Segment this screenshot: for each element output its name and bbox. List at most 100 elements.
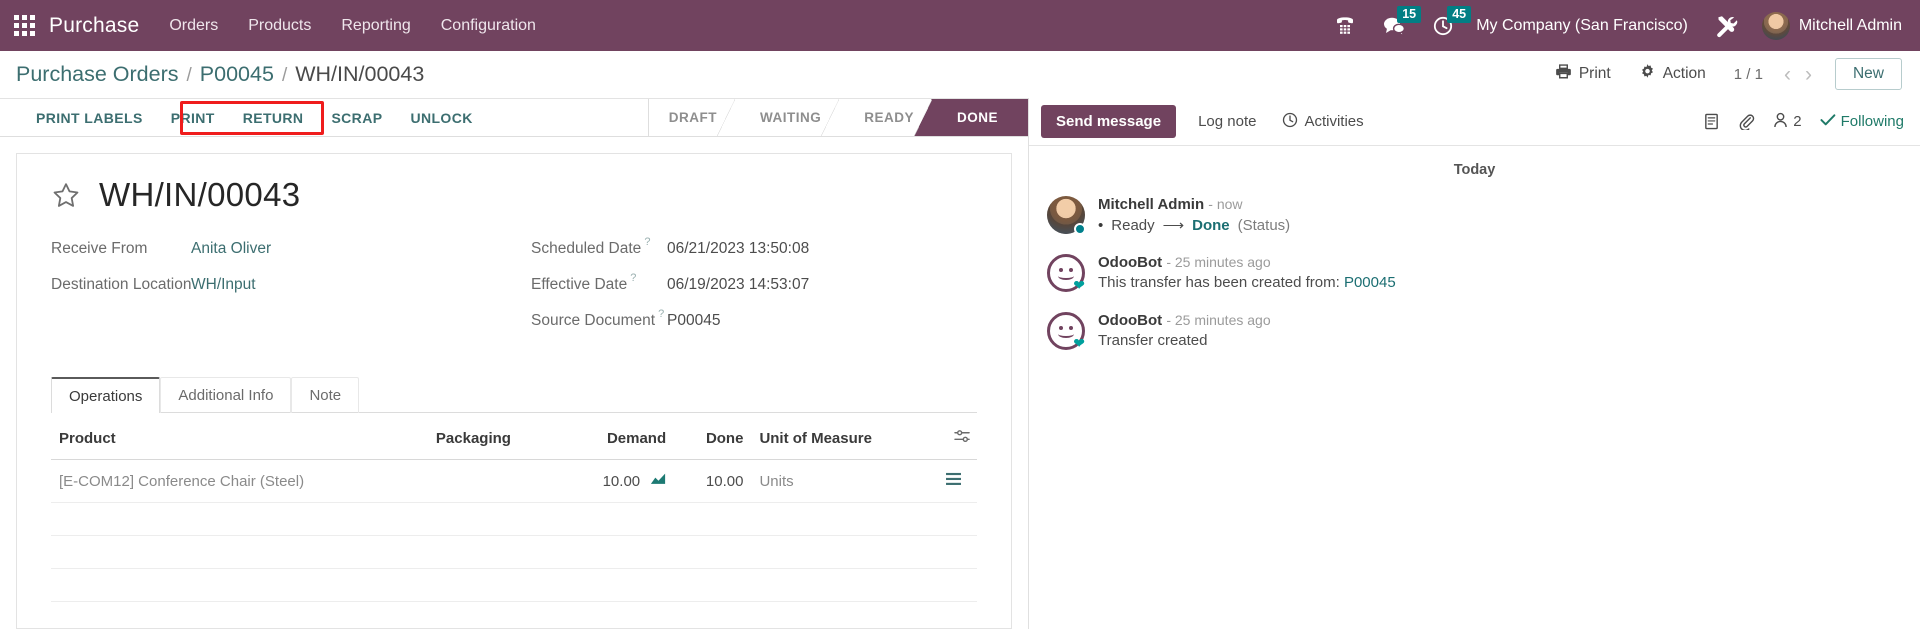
message-header: Mitchell Admin - now: [1098, 196, 1902, 213]
message-author: OdooBot: [1098, 254, 1163, 271]
state-done[interactable]: DONE: [913, 99, 1028, 136]
send-message-button[interactable]: Send message: [1041, 105, 1177, 138]
message-timestamp: - 25 minutes ago: [1166, 312, 1271, 328]
status-bar-spacer: [487, 99, 648, 136]
menu-item-orders[interactable]: Orders: [169, 17, 218, 35]
tab-note[interactable]: Note: [291, 377, 360, 413]
field-source-document: Source Document ? P00045: [531, 308, 977, 330]
field-value-destination-location[interactable]: WH/Input: [191, 276, 256, 294]
page-title: WH/IN/00043: [99, 176, 301, 213]
message-body: OdooBot - 25 minutes ago This transfer h…: [1098, 254, 1902, 292]
chevron-right-icon[interactable]: ›: [1798, 64, 1819, 85]
log-note-button[interactable]: Log note: [1184, 105, 1270, 138]
avatar: [1761, 11, 1790, 40]
action-label: Action: [1662, 65, 1706, 82]
menu-item-products[interactable]: Products: [248, 17, 311, 35]
chevron-left-icon[interactable]: ‹: [1777, 64, 1798, 85]
cell-done[interactable]: 10.00: [674, 459, 752, 503]
cell-product[interactable]: [E-COM12] Conference Chair (Steel): [51, 459, 428, 503]
tools-icon[interactable]: [1714, 14, 1738, 38]
activities-clock-icon[interactable]: 45: [1432, 5, 1472, 37]
print-label: Print: [1578, 65, 1611, 82]
message-record-link[interactable]: P00045: [1344, 274, 1396, 291]
return-button[interactable]: RETURN: [229, 99, 318, 136]
field-label: Receive From: [51, 240, 148, 257]
document-icon[interactable]: [1703, 113, 1720, 130]
state-draft[interactable]: DRAFT: [648, 99, 736, 136]
column-header-demand[interactable]: Demand: [559, 429, 675, 460]
column-header-unit-of-measure[interactable]: Unit of Measure: [751, 429, 937, 460]
navbar-right-group: 15 45 My Company (San Francisco) Mitchel…: [1334, 5, 1902, 40]
top-navbar: Purchase Orders Products Reporting Confi…: [0, 0, 1920, 51]
field-value-receive-from[interactable]: Anita Oliver: [191, 240, 271, 258]
chatter-toolbar: Send message Log note Activities 2 Follo…: [1029, 98, 1920, 145]
scrap-button[interactable]: SCRAP: [317, 99, 396, 136]
tab-operations[interactable]: Operations: [51, 377, 161, 413]
message-timestamp: - 25 minutes ago: [1166, 254, 1271, 270]
apps-grid-icon[interactable]: [14, 15, 35, 36]
field-label-text: Scheduled Date: [531, 240, 642, 257]
message-timestamp: - now: [1208, 196, 1243, 212]
dialpad-icon[interactable]: [1334, 15, 1356, 37]
print-button-statusbar[interactable]: PRINT: [157, 99, 229, 136]
empty-cell: [51, 502, 977, 536]
cell-unit-of-measure[interactable]: Units: [751, 459, 937, 503]
help-tooltip-icon[interactable]: ?: [630, 272, 636, 284]
menu-item-configuration[interactable]: Configuration: [441, 17, 536, 35]
activities-count-badge: 45: [1447, 5, 1472, 23]
field-label: Source Document ?: [531, 308, 667, 330]
state-ready[interactable]: READY: [838, 99, 932, 136]
field-value-scheduled-date[interactable]: 06/21/2023 13:50:08: [667, 240, 809, 258]
messages-count-badge: 15: [1397, 5, 1422, 23]
column-header-product[interactable]: Product: [51, 429, 428, 460]
print-button[interactable]: Print: [1555, 63, 1611, 85]
action-button[interactable]: Action: [1639, 63, 1706, 85]
help-tooltip-icon[interactable]: ?: [658, 308, 664, 320]
column-header-packaging[interactable]: Packaging: [427, 429, 560, 460]
odoobot-avatar-icon: ❤: [1047, 254, 1085, 292]
breadcrumb-item-purchase-orders[interactable]: Purchase Orders: [16, 62, 179, 87]
message-text: This transfer has been created from: P00…: [1098, 274, 1902, 291]
form-sheet: WH/IN/00043 Receive From Anita Oliver De…: [16, 153, 1012, 629]
control-panel: Purchase Orders / P00045 / WH/IN/00043 P…: [0, 51, 1920, 98]
followers-button[interactable]: 2: [1773, 112, 1802, 132]
detailed-operations-icon[interactable]: [937, 459, 977, 503]
forecast-icon[interactable]: [650, 472, 666, 490]
column-settings-icon[interactable]: [937, 429, 977, 460]
messages-icon[interactable]: 15: [1382, 5, 1422, 37]
activities-button[interactable]: Activities: [1270, 104, 1375, 140]
star-icon[interactable]: [51, 181, 81, 210]
tab-additional-info[interactable]: Additional Info: [160, 377, 292, 413]
menu-item-reporting[interactable]: Reporting: [341, 17, 410, 35]
state-waiting[interactable]: WAITING: [733, 99, 840, 136]
cell-packaging[interactable]: [427, 459, 560, 503]
field-value-effective-date[interactable]: 06/19/2023 14:53:07: [667, 276, 809, 294]
company-switcher[interactable]: My Company (San Francisco): [1476, 17, 1688, 35]
user-name-label: Mitchell Admin: [1798, 16, 1902, 34]
field-destination-location: Destination Location WH/Input: [51, 276, 531, 294]
heart-icon: ❤: [1073, 335, 1085, 351]
arrow-icon: ⟶: [1162, 217, 1185, 234]
app-brand-purchase[interactable]: Purchase: [49, 14, 139, 38]
new-button[interactable]: New: [1834, 58, 1902, 90]
help-tooltip-icon[interactable]: ?: [644, 236, 650, 248]
print-labels-button[interactable]: PRINT LABELS: [22, 99, 157, 136]
bot-smile: [1058, 272, 1074, 280]
field-label-text: Effective Date: [531, 276, 628, 293]
column-header-done[interactable]: Done: [674, 429, 752, 460]
breadcrumb-item-p00045[interactable]: P00045: [200, 62, 274, 87]
user-menu[interactable]: Mitchell Admin: [1761, 11, 1902, 40]
cell-demand[interactable]: 10.00: [559, 459, 675, 503]
status-bar-buttons: PRINT LABELS PRINT RETURN SCRAP UNLOCK: [0, 99, 487, 136]
pager-value: 1 / 1: [1733, 65, 1763, 83]
control-panel-actions: Print Action 1 / 1 ‹ › New: [1555, 58, 1920, 90]
pager: 1 / 1 ‹ ›: [1734, 64, 1819, 85]
unlock-button[interactable]: UNLOCK: [396, 99, 486, 136]
paperclip-icon[interactable]: [1738, 113, 1755, 130]
notebook: Operations Additional Info Note Product …: [51, 376, 977, 602]
table-row[interactable]: [E-COM12] Conference Chair (Steel) 10.00: [51, 459, 977, 503]
form-pane: PRINT LABELS PRINT RETURN SCRAP UNLOCK D…: [0, 98, 1029, 629]
following-button[interactable]: Following: [1820, 113, 1904, 131]
field-value-source-document[interactable]: P00045: [667, 312, 720, 330]
activities-label: Activities: [1304, 113, 1364, 130]
